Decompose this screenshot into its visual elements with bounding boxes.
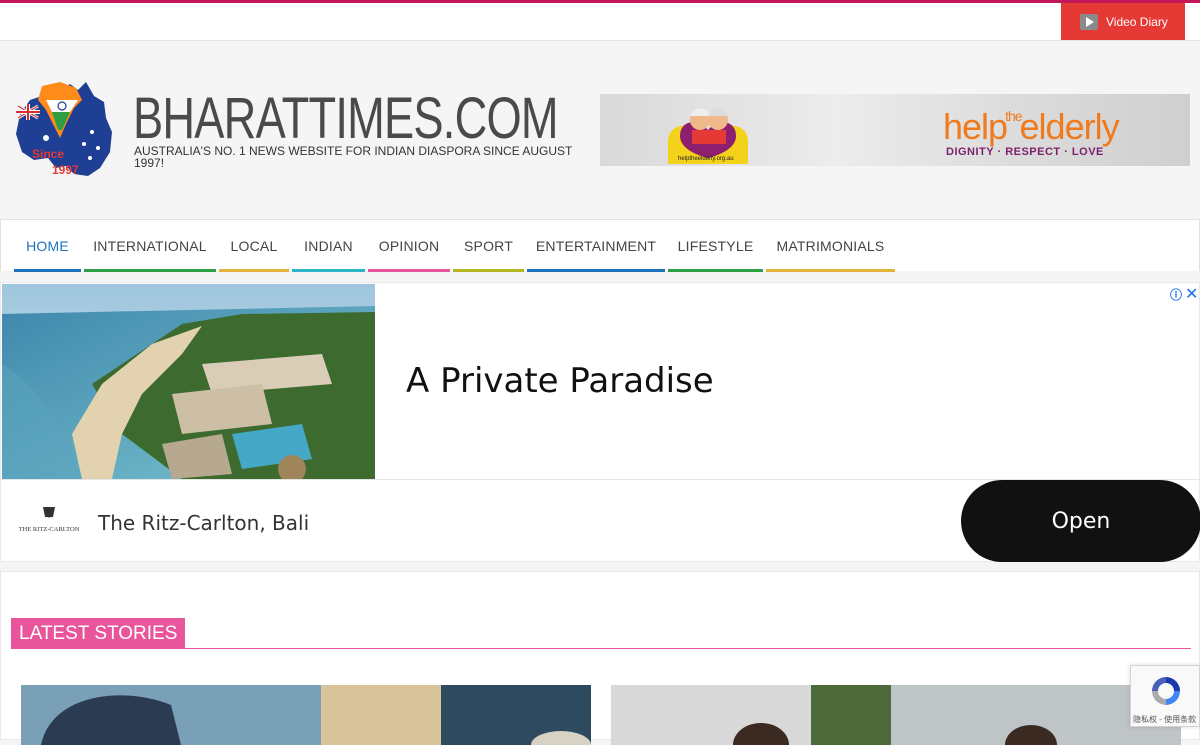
elderly-couple-logo: [668, 108, 748, 164]
top-bar: Video Diary: [0, 3, 1200, 41]
site-logo[interactable]: Since 1997: [12, 78, 116, 184]
main-nav: HOME INTERNATIONAL LOCAL INDIAN OPINION …: [0, 219, 1200, 272]
ritz-carlton-logo: THE RITZ-CARLTON: [19, 507, 80, 533]
nav-indian[interactable]: INDIAN: [292, 220, 365, 272]
nav-lifestyle[interactable]: LIFESTYLE: [668, 220, 763, 272]
svg-text:THE RITZ-CARLTON: THE RITZ-CARLTON: [19, 526, 80, 533]
logo-since: Since: [32, 147, 64, 161]
banner-motto: DIGNITY · RESPECT · LOVE: [946, 146, 1104, 158]
site-tagline: AUSTRALIA'S NO. 1 NEWS WEBSITE FOR INDIA…: [134, 144, 573, 170]
recaptcha-terms[interactable]: 隐私权 - 使用条款: [1133, 714, 1196, 725]
logo-year: 1997: [52, 163, 79, 177]
nav-sport[interactable]: SPORT: [453, 220, 524, 272]
nav-international[interactable]: INTERNATIONAL: [84, 220, 216, 272]
ad-resort-photo: [2, 284, 375, 479]
ad-headline[interactable]: A Private Paradise: [406, 361, 714, 401]
video-diary-button[interactable]: Video Diary: [1061, 3, 1185, 40]
play-icon: [1080, 13, 1098, 30]
help-the-elderly-banner[interactable]: helptheelderly.org.au helptheelderly DIG…: [600, 94, 1190, 166]
video-diary-label: Video Diary: [1106, 14, 1168, 29]
site-title[interactable]: BHARATTIMES.COM: [133, 88, 559, 150]
banner-site: helptheelderly.org.au: [678, 156, 734, 162]
story-image-1[interactable]: [21, 685, 591, 745]
nav-matrimonials[interactable]: MATRIMONIALS: [766, 220, 895, 272]
recaptcha-badge[interactable]: 隐私权 - 使用条款: [1130, 665, 1200, 727]
nav-opinion[interactable]: OPINION: [368, 220, 450, 272]
section-divider: [11, 648, 1191, 649]
site-header: Since 1997 BHARATTIMES.COM AUSTRALIA'S N…: [0, 41, 1200, 219]
info-icon[interactable]: ⓘ: [1170, 286, 1183, 302]
nav-entertainment[interactable]: ENTERTAINMENT: [527, 220, 665, 272]
story-image-2[interactable]: [611, 685, 1181, 745]
nav-local[interactable]: LOCAL: [219, 220, 289, 272]
latest-stories-title: LATEST STORIES: [11, 618, 186, 649]
banner-brand: helptheelderly: [943, 106, 1120, 147]
recaptcha-icon: [1152, 677, 1180, 705]
ad-open-button[interactable]: Open: [961, 480, 1200, 562]
ad-brand-name[interactable]: The Ritz-Carlton, Bali: [98, 511, 309, 535]
display-ad[interactable]: A Private Paradise ⓘ ✕ THE RITZ-CARLTON …: [0, 282, 1200, 562]
latest-stories-section: LATEST STORIES: [0, 571, 1200, 745]
nav-home[interactable]: HOME: [14, 220, 81, 272]
close-icon[interactable]: ✕: [1185, 284, 1198, 304]
